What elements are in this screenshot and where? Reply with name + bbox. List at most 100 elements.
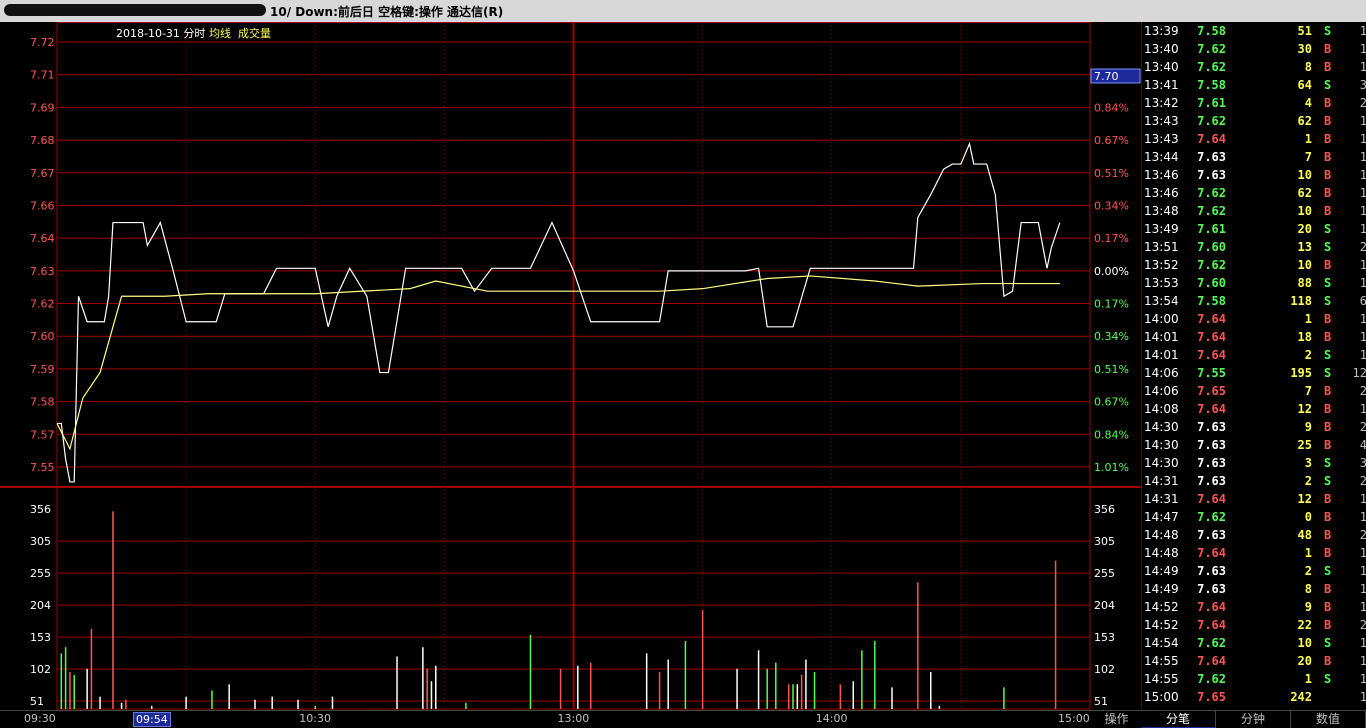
tick-side: S: [1324, 636, 1332, 650]
tick-side: B: [1324, 96, 1332, 110]
tick-side: B: [1324, 204, 1332, 218]
tick-price: 7.58: [1197, 78, 1226, 92]
tick-row: 14:06 7.55 195 S 12: [1142, 364, 1366, 382]
tick-side: S: [1324, 294, 1332, 308]
tick-volume: 9: [1304, 420, 1312, 434]
tick-time: 13:54: [1144, 294, 1179, 308]
tick-price: 7.63: [1197, 456, 1226, 470]
price-line: [57, 141, 1061, 483]
tick-time: 13:39: [1144, 24, 1179, 38]
time-tick-label: 13:00: [557, 712, 590, 725]
tick-volume: 12: [1297, 492, 1312, 506]
tick-row: 14:49 7.63 2S 1: [1142, 562, 1366, 580]
tick-side: S: [1324, 276, 1332, 290]
price-tick-label: 7.62: [30, 298, 55, 311]
tick-volume: 10: [1297, 204, 1312, 218]
tick-price: 7.61: [1197, 222, 1226, 236]
tick-row: 14:54 7.62 10 S 1: [1142, 634, 1366, 652]
tick-price: 7.63: [1197, 438, 1226, 452]
tick-price: 7.62: [1197, 258, 1226, 272]
tick-volume: 62: [1297, 186, 1312, 200]
tick-time: 14:31: [1144, 474, 1179, 488]
tick-price: 7.64: [1197, 330, 1226, 344]
chart-header-avg: 均线: [209, 26, 231, 40]
tick-time: 13:42: [1144, 96, 1179, 110]
tick-price: 7.62: [1197, 636, 1226, 650]
operate-button[interactable]: 操作: [1092, 711, 1141, 728]
tick-volume: 13: [1297, 240, 1312, 254]
tick-row: 14:08 7.64 12 B 1: [1142, 400, 1366, 418]
tick-price: 7.62: [1197, 204, 1226, 218]
tick-volume: 1: [1304, 672, 1312, 686]
tick-count: 1: [1360, 690, 1366, 704]
pct-tick-label: 0.51%: [1094, 363, 1129, 376]
panel-tab-ticks[interactable]: 分笔: [1141, 711, 1216, 728]
tick-row: 14:49 7.63 8B 1: [1142, 580, 1366, 598]
volume-tick-label-right: 305: [1094, 535, 1115, 548]
tick-side: B: [1324, 546, 1332, 560]
tick-time: 14:47: [1144, 510, 1179, 524]
title-bar: 10/ Down:前后日 空格键:操作 通达信(R): [0, 0, 1366, 22]
time-tick-label: 09:30: [24, 712, 56, 725]
tick-detail-panel[interactable]: 13:397.5851S113:407.6230B113:407.628B113…: [1141, 22, 1366, 710]
tick-count: 1: [1360, 330, 1366, 344]
tick-row: 14:307.633S3: [1142, 454, 1366, 472]
tick-volume: 1: [1304, 132, 1312, 146]
tick-price: 7.62: [1197, 114, 1226, 128]
pct-tick-label: 0.34%: [1094, 330, 1129, 343]
tick-side: B: [1324, 600, 1332, 614]
tick-price: 7.64: [1197, 402, 1226, 416]
tick-volume: 195: [1290, 366, 1312, 380]
intraday-chart[interactable]: 7.727.711.18%7.690.84%7.680.67%7.670.51%…: [0, 22, 1141, 710]
tick-volume: 2: [1304, 474, 1312, 488]
cursor-time-label: 09:54: [133, 712, 171, 727]
tick-count: 6: [1360, 294, 1366, 308]
tick-volume: 0: [1304, 510, 1312, 524]
tick-side: B: [1324, 618, 1332, 632]
tick-volume: 20: [1297, 654, 1312, 668]
tick-price: 7.55: [1197, 366, 1226, 380]
tick-row: 13:48 7.62 10 B 1: [1142, 202, 1366, 220]
price-tick-label: 7.63: [30, 265, 55, 278]
tick-row: 14:30 7.63 9B 2: [1142, 418, 1366, 436]
tick-side: B: [1324, 420, 1332, 434]
tick-row: 14:317.632S2: [1142, 472, 1366, 490]
tick-row: 14:30 7.63 25 B 4: [1142, 436, 1366, 454]
tick-side: B: [1324, 438, 1332, 452]
price-tick-label: 7.58: [30, 396, 55, 409]
tick-row: 13:54 7.58 118 S 6: [1142, 292, 1366, 310]
pct-tick-label: 0.00%: [1094, 265, 1129, 278]
tick-count: 1: [1360, 348, 1366, 362]
tick-time: 14:30: [1144, 456, 1179, 470]
tick-count: 1: [1360, 24, 1366, 38]
tick-time: 14:48: [1144, 546, 1179, 560]
tick-count: 1: [1360, 132, 1366, 146]
tick-price: 7.65: [1197, 690, 1226, 704]
tick-row: 13:46 7.62 62 B 1: [1142, 184, 1366, 202]
cursor-price-label: 7.70: [1094, 70, 1119, 83]
tick-row: 14:06 7.65 7B 2: [1142, 382, 1366, 400]
tick-row: 14:52 7.64 22 B 2: [1142, 616, 1366, 634]
tick-count: 2: [1360, 528, 1366, 542]
tick-row: 14:007.641B1: [1142, 310, 1366, 328]
tick-row: 13:40 7.62 30 B 1: [1142, 40, 1366, 58]
tick-side: B: [1324, 654, 1332, 668]
tick-volume: 8: [1304, 582, 1312, 596]
tick-count: 1: [1360, 258, 1366, 272]
tick-time: 14:52: [1144, 618, 1179, 632]
panel-tab-minutes[interactable]: 分钟: [1216, 711, 1291, 728]
tick-side: S: [1324, 222, 1332, 236]
tick-price: 7.63: [1197, 564, 1226, 578]
price-tick-label: 7.71: [30, 69, 55, 82]
tick-price: 7.64: [1197, 492, 1226, 506]
tick-price: 7.64: [1197, 546, 1226, 560]
tick-volume: 88: [1297, 276, 1312, 290]
tick-time: 14:01: [1144, 348, 1179, 362]
panel-tab-values[interactable]: 数值: [1291, 711, 1366, 728]
tick-count: 2: [1360, 420, 1366, 434]
tick-side: S: [1324, 240, 1332, 254]
time-axis-bar: 09:30 10:30 13:00 14:00 15:00 09:54 操作: [0, 710, 1141, 728]
volume-tick-label: 153: [30, 631, 51, 644]
tick-volume: 7: [1304, 384, 1312, 398]
tick-price: 7.58: [1197, 294, 1226, 308]
